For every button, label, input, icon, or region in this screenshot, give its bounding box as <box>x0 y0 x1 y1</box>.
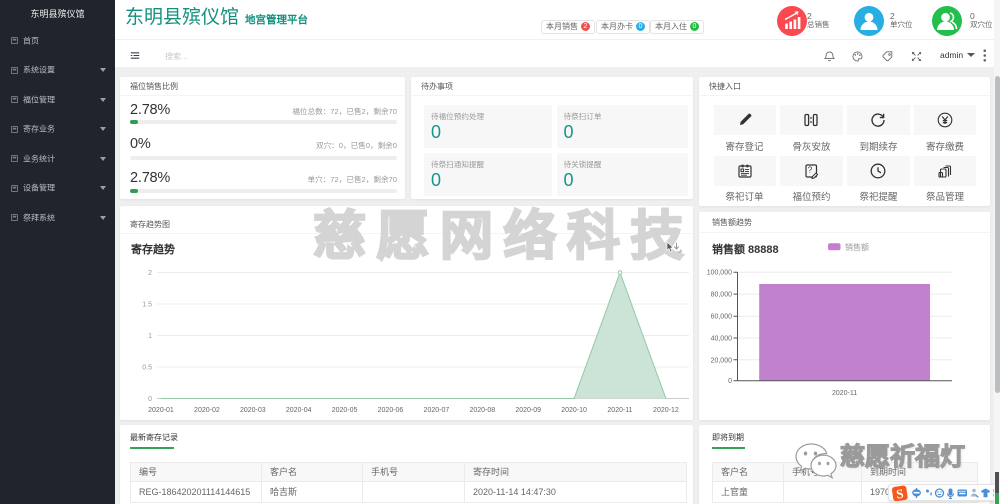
svg-text:100,000: 100,000 <box>707 270 732 277</box>
svg-text:2020-12: 2020-12 <box>653 407 679 414</box>
svg-text:2020-11: 2020-11 <box>607 407 632 414</box>
svg-text:2: 2 <box>148 270 152 277</box>
svg-text:2020-01: 2020-01 <box>148 407 174 414</box>
svg-text:2020-03: 2020-03 <box>240 407 266 414</box>
svg-text:销售额: 销售额 <box>845 242 869 252</box>
svg-text:0: 0 <box>728 378 732 385</box>
svg-text:0.5: 0.5 <box>142 364 152 371</box>
svg-text:2020-05: 2020-05 <box>332 407 358 414</box>
svg-text:80,000: 80,000 <box>711 292 733 299</box>
svg-text:2020-02: 2020-02 <box>194 407 220 414</box>
svg-text:1: 1 <box>148 333 152 340</box>
svg-text:?: ? <box>808 165 813 174</box>
svg-text:1.5: 1.5 <box>142 301 152 308</box>
svg-text:20,000: 20,000 <box>711 357 733 364</box>
svg-text:2020-07: 2020-07 <box>424 407 450 414</box>
svg-text:2020-10: 2020-10 <box>561 407 587 414</box>
svg-text:60,000: 60,000 <box>711 314 733 321</box>
svg-text:2020-06: 2020-06 <box>378 407 404 414</box>
svg-text:2020-11: 2020-11 <box>832 390 857 397</box>
svg-text:40,000: 40,000 <box>711 336 733 343</box>
svg-text:2020-04: 2020-04 <box>286 407 312 414</box>
svg-text:0: 0 <box>148 396 152 403</box>
svg-text:2020-08: 2020-08 <box>469 407 495 414</box>
svg-text:2020-09: 2020-09 <box>515 407 541 414</box>
